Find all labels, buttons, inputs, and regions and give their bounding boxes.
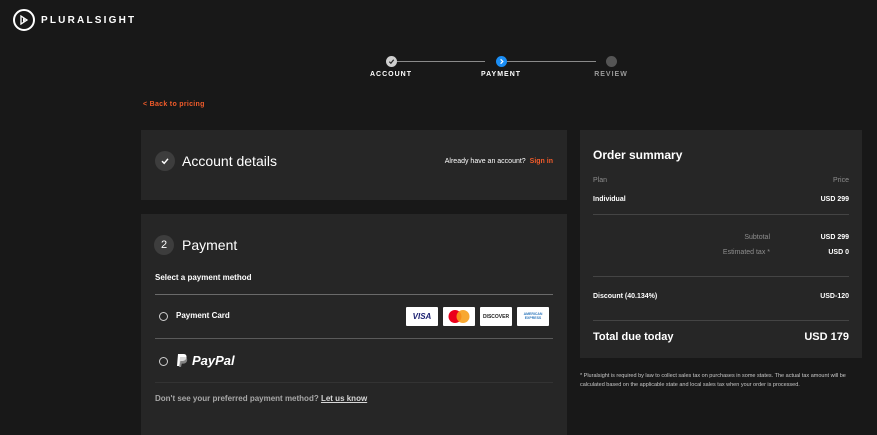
step-label-account: ACCOUNT xyxy=(370,71,412,78)
let-us-know-link[interactable]: Let us know xyxy=(321,394,367,403)
dont-see-method-text: Don't see your preferred payment method? xyxy=(155,394,319,403)
sign-in-link[interactable]: Sign in xyxy=(530,158,553,165)
paypal-option[interactable]: PayPal xyxy=(176,353,235,368)
checkout-stepper: ACCOUNT PAYMENT REVIEW xyxy=(0,56,877,86)
logo-text: PLURALSIGHT xyxy=(41,14,137,26)
chevron-right-icon xyxy=(495,56,507,67)
tax-row: Estimated tax * USD 0 xyxy=(593,249,849,256)
summary-header-row: Plan Price xyxy=(593,177,849,184)
payment-divider-bottom xyxy=(155,382,553,383)
tax-value: USD 0 xyxy=(828,249,849,256)
accepted-cards: VISA DISCOVER AMERICAN EXPRESS xyxy=(406,307,549,326)
discover-card-icon: DISCOVER xyxy=(480,307,512,326)
total-value: USD 179 xyxy=(804,331,849,343)
payment-divider-mid xyxy=(155,338,553,339)
step-label-review: REVIEW xyxy=(594,71,628,78)
already-have-account: Already have an account? Sign in xyxy=(445,158,553,165)
step-payment: PAYMENT xyxy=(441,56,561,78)
account-details-section: Account details Already have an account?… xyxy=(141,130,567,200)
plan-header: Plan xyxy=(593,177,608,184)
payment-card-radio[interactable] xyxy=(159,312,168,321)
dont-see-method: Don't see your preferred payment method?… xyxy=(155,394,367,403)
summary-divider-1 xyxy=(593,214,849,215)
payment-title: Payment xyxy=(182,237,238,253)
step-review: REVIEW xyxy=(551,56,671,78)
payment-section: 2 Payment Select a payment method Paymen… xyxy=(141,214,567,435)
back-to-pricing-link[interactable]: < Back to pricing xyxy=(143,101,205,108)
account-complete-check-icon xyxy=(155,151,175,171)
plan-price: USD 299 xyxy=(820,196,849,203)
order-summary-title: Order summary xyxy=(593,148,683,162)
subtotal-row: Subtotal USD 299 xyxy=(593,234,849,241)
tax-label: Estimated tax * xyxy=(722,249,770,256)
total-label: Total due today xyxy=(593,331,674,343)
step-account: ACCOUNT xyxy=(331,56,451,78)
check-icon xyxy=(385,56,397,67)
plan-name: Individual xyxy=(593,196,626,203)
summary-plan-row: Individual USD 299 xyxy=(593,196,849,203)
amex-card-icon: AMERICAN EXPRESS xyxy=(517,307,549,326)
step-label-payment: PAYMENT xyxy=(480,71,522,78)
discount-label: Discount (40.134%) xyxy=(593,293,658,300)
visa-card-icon: VISA xyxy=(406,307,438,326)
summary-divider-3 xyxy=(593,320,849,321)
paypal-label: PayPal xyxy=(192,353,235,368)
payment-card-label[interactable]: Payment Card xyxy=(176,311,230,320)
paypal-radio[interactable] xyxy=(159,357,168,366)
subtotal-label: Subtotal xyxy=(744,234,770,241)
pluralsight-logo[interactable]: PLURALSIGHT xyxy=(13,9,136,31)
select-payment-method-label: Select a payment method xyxy=(155,273,252,282)
payment-step-number: 2 xyxy=(154,235,174,255)
price-header: Price xyxy=(833,177,849,184)
mastercard-icon xyxy=(443,307,475,326)
order-summary: Order summary Plan Price Individual USD … xyxy=(580,130,862,358)
account-details-title: Account details xyxy=(182,153,277,169)
pending-dot-icon xyxy=(605,56,617,67)
discount-value: USD-120 xyxy=(820,293,849,300)
total-row: Total due today USD 179 xyxy=(593,331,849,343)
already-have-account-text: Already have an account? xyxy=(444,158,526,165)
payment-divider-top xyxy=(155,294,553,295)
paypal-icon xyxy=(177,354,188,367)
summary-divider-2 xyxy=(593,276,849,277)
play-logo-icon xyxy=(13,9,35,31)
subtotal-value: USD 299 xyxy=(820,234,849,241)
tax-footnote: * Pluralsight is required by law to coll… xyxy=(580,373,846,389)
discount-row: Discount (40.134%) USD-120 xyxy=(593,293,849,300)
